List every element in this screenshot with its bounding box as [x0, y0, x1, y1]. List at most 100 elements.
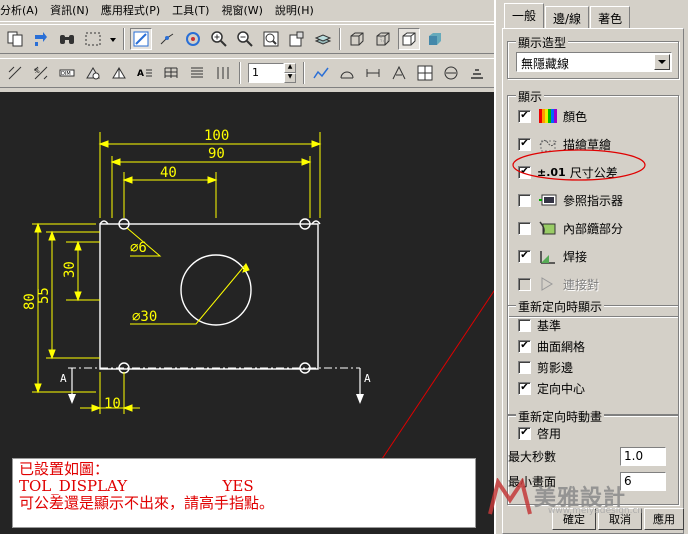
zoom-in-icon[interactable] — [208, 28, 230, 50]
display-group: 顯示 ✔ 顏色 ✔ 描繪草繪 ✔ ±.01 尺寸公差 參照指示器 內部纜部分 ✔… — [507, 88, 679, 317]
dimension-tool-icon[interactable] — [4, 62, 26, 84]
layer-visibility-icon[interactable] — [466, 62, 488, 84]
find-icon[interactable] — [56, 28, 78, 50]
reorient-mesh-checkbox[interactable]: ✔ — [518, 339, 531, 353]
svg-text:DIM: DIM — [61, 71, 71, 77]
view-manager-icon[interactable] — [286, 28, 308, 50]
menu-applications[interactable]: 應用程式(P) — [95, 0, 166, 22]
svg-text:%: % — [34, 68, 40, 75]
detail-toolbar: % DIM A 1 ▲ ▼ — [0, 58, 494, 88]
view-repaint-icon[interactable] — [130, 28, 152, 50]
list-icon[interactable] — [186, 62, 208, 84]
dropdown-arrow-icon[interactable] — [108, 28, 118, 50]
display-color-label: 顏色 — [563, 109, 588, 124]
chevron-down-icon[interactable] — [654, 54, 670, 70]
sheet-number-stepper[interactable]: 1 ▲ ▼ — [248, 63, 296, 83]
display-internal-cable-row[interactable]: 內部纜部分 — [518, 218, 623, 238]
reorient-mesh-row[interactable]: ✔ 曲面網格 — [518, 337, 585, 355]
menu-tools[interactable]: 工具(T) — [166, 0, 215, 22]
spin-center-icon[interactable] — [156, 28, 178, 50]
reorient-silhouette-checkbox[interactable] — [518, 360, 531, 374]
reorient-datum-label: 基準 — [537, 318, 562, 333]
annotation-note: 已設置如圖： TOL_DISPLAY YES 可公差還是顯示不出來，請高手指點。 — [12, 458, 476, 528]
sketch-tool-icon[interactable] — [310, 62, 332, 84]
dim-30-vertical: 30 — [62, 261, 78, 278]
wireframe-icon[interactable] — [346, 28, 368, 50]
note-icon[interactable]: A — [134, 62, 156, 84]
reorient-silhouette-row[interactable]: 剪影邊 — [518, 358, 573, 376]
ordinate-dimension-icon[interactable]: % — [30, 62, 52, 84]
zoom-out-icon[interactable] — [234, 28, 256, 50]
tab-general[interactable]: 一般 — [504, 3, 545, 28]
menu-bar: 分析(A) 資訊(N) 應用程式(P) 工具(T) 視窗(W) 說明(H) — [0, 0, 494, 22]
svg-text:A: A — [137, 69, 144, 79]
watermark-url: www.meiyadesign.cn — [548, 506, 644, 516]
display-sketch-row[interactable]: ✔ 描繪草繪 — [518, 134, 611, 154]
menu-analysis[interactable]: 分析(A) — [0, 0, 44, 22]
max-seconds-input[interactable]: 1.0 — [620, 446, 666, 466]
selection-box-icon[interactable] — [82, 28, 104, 50]
align-dimension-icon[interactable] — [362, 62, 384, 84]
menu-window[interactable]: 視窗(W) — [215, 0, 268, 22]
note-line-2: TOL_DISPLAY YES — [19, 477, 254, 495]
display-weld-row[interactable]: ✔ 焊接 — [518, 246, 587, 266]
clean-dimension-icon[interactable] — [388, 62, 410, 84]
toolbar-separator — [303, 62, 305, 84]
display-tolerance-checkbox[interactable]: ✔ — [518, 165, 531, 179]
display-style-select[interactable]: 無隱藏線 — [516, 52, 672, 72]
toolbar-separator — [339, 28, 341, 50]
callout-line — [379, 290, 494, 463]
surface-finish-icon[interactable] — [108, 62, 130, 84]
dim-100: 100 — [204, 128, 229, 144]
reorient-display-group: 重新定向時顯示 基準 ✔ 曲面網格 剪影邊 ✔ 定向中心 — [507, 298, 679, 415]
reorient-center-row[interactable]: ✔ 定向中心 — [518, 379, 585, 397]
display-group-title: 顯示 — [516, 88, 545, 105]
toolbar-separator — [123, 28, 125, 50]
refit-icon[interactable] — [260, 28, 282, 50]
display-sketch-checkbox[interactable]: ✔ — [518, 137, 531, 151]
sketch-icon — [537, 134, 559, 154]
reorient-datum-row[interactable]: 基準 — [518, 316, 561, 334]
reorient-center-checkbox[interactable]: ✔ — [518, 381, 531, 395]
no-hidden-icon[interactable] — [398, 28, 420, 50]
spin-up-icon[interactable]: ▲ — [284, 63, 296, 73]
show-erase-icon[interactable] — [440, 62, 462, 84]
menu-help[interactable]: 說明(H) — [269, 0, 320, 22]
display-color-checkbox[interactable]: ✔ — [518, 109, 531, 123]
reorient-datum-checkbox[interactable] — [518, 318, 531, 332]
sheet-number-field[interactable]: 1 — [248, 63, 284, 83]
toolbar-separator — [239, 62, 241, 84]
copy-icon[interactable] — [4, 28, 26, 50]
reference-dimension-icon[interactable]: DIM — [56, 62, 78, 84]
note-line-3: 可公差還是顯示不出來，請高手指點。 — [19, 494, 275, 512]
geometric-tolerance-icon[interactable] — [82, 62, 104, 84]
display-color-row[interactable]: ✔ 顏色 — [518, 106, 587, 126]
column-icon[interactable] — [212, 62, 234, 84]
animation-enable-row[interactable]: ✔ 啓用 — [518, 424, 561, 442]
layers-icon[interactable] — [312, 28, 334, 50]
tolerance-icon: ±.01 — [537, 165, 566, 179]
display-reference-checkbox[interactable] — [518, 193, 531, 207]
display-weld-checkbox[interactable]: ✔ — [518, 249, 531, 263]
table-icon[interactable] — [160, 62, 182, 84]
arc-icon[interactable] — [336, 62, 358, 84]
hidden-line-icon[interactable] — [372, 28, 394, 50]
shading-icon[interactable] — [424, 28, 446, 50]
display-connection-pair-label: 連接對 — [563, 277, 600, 292]
display-style-title: 顯示造型 — [516, 34, 569, 51]
tab-shading[interactable]: 著色 — [590, 6, 631, 28]
regenerate-icon[interactable] — [30, 28, 52, 50]
orient-icon[interactable] — [182, 28, 204, 50]
display-internal-cable-checkbox[interactable] — [518, 221, 531, 235]
menu-info[interactable]: 資訊(N) — [44, 0, 95, 22]
spin-down-icon[interactable]: ▼ — [284, 73, 296, 83]
connection-pair-icon — [537, 274, 559, 294]
display-tolerance-row[interactable]: ✔ ±.01 尺寸公差 — [518, 162, 618, 182]
reference-indicator-icon — [537, 190, 559, 210]
tab-edges-lines[interactable]: 邊/線 — [545, 6, 590, 28]
display-tolerance-label: 尺寸公差 — [569, 165, 618, 180]
animation-enable-checkbox[interactable]: ✔ — [518, 426, 531, 440]
grid-icon[interactable] — [414, 62, 436, 84]
dim-10: 10 — [104, 396, 121, 412]
display-reference-row[interactable]: 參照指示器 — [518, 190, 623, 210]
